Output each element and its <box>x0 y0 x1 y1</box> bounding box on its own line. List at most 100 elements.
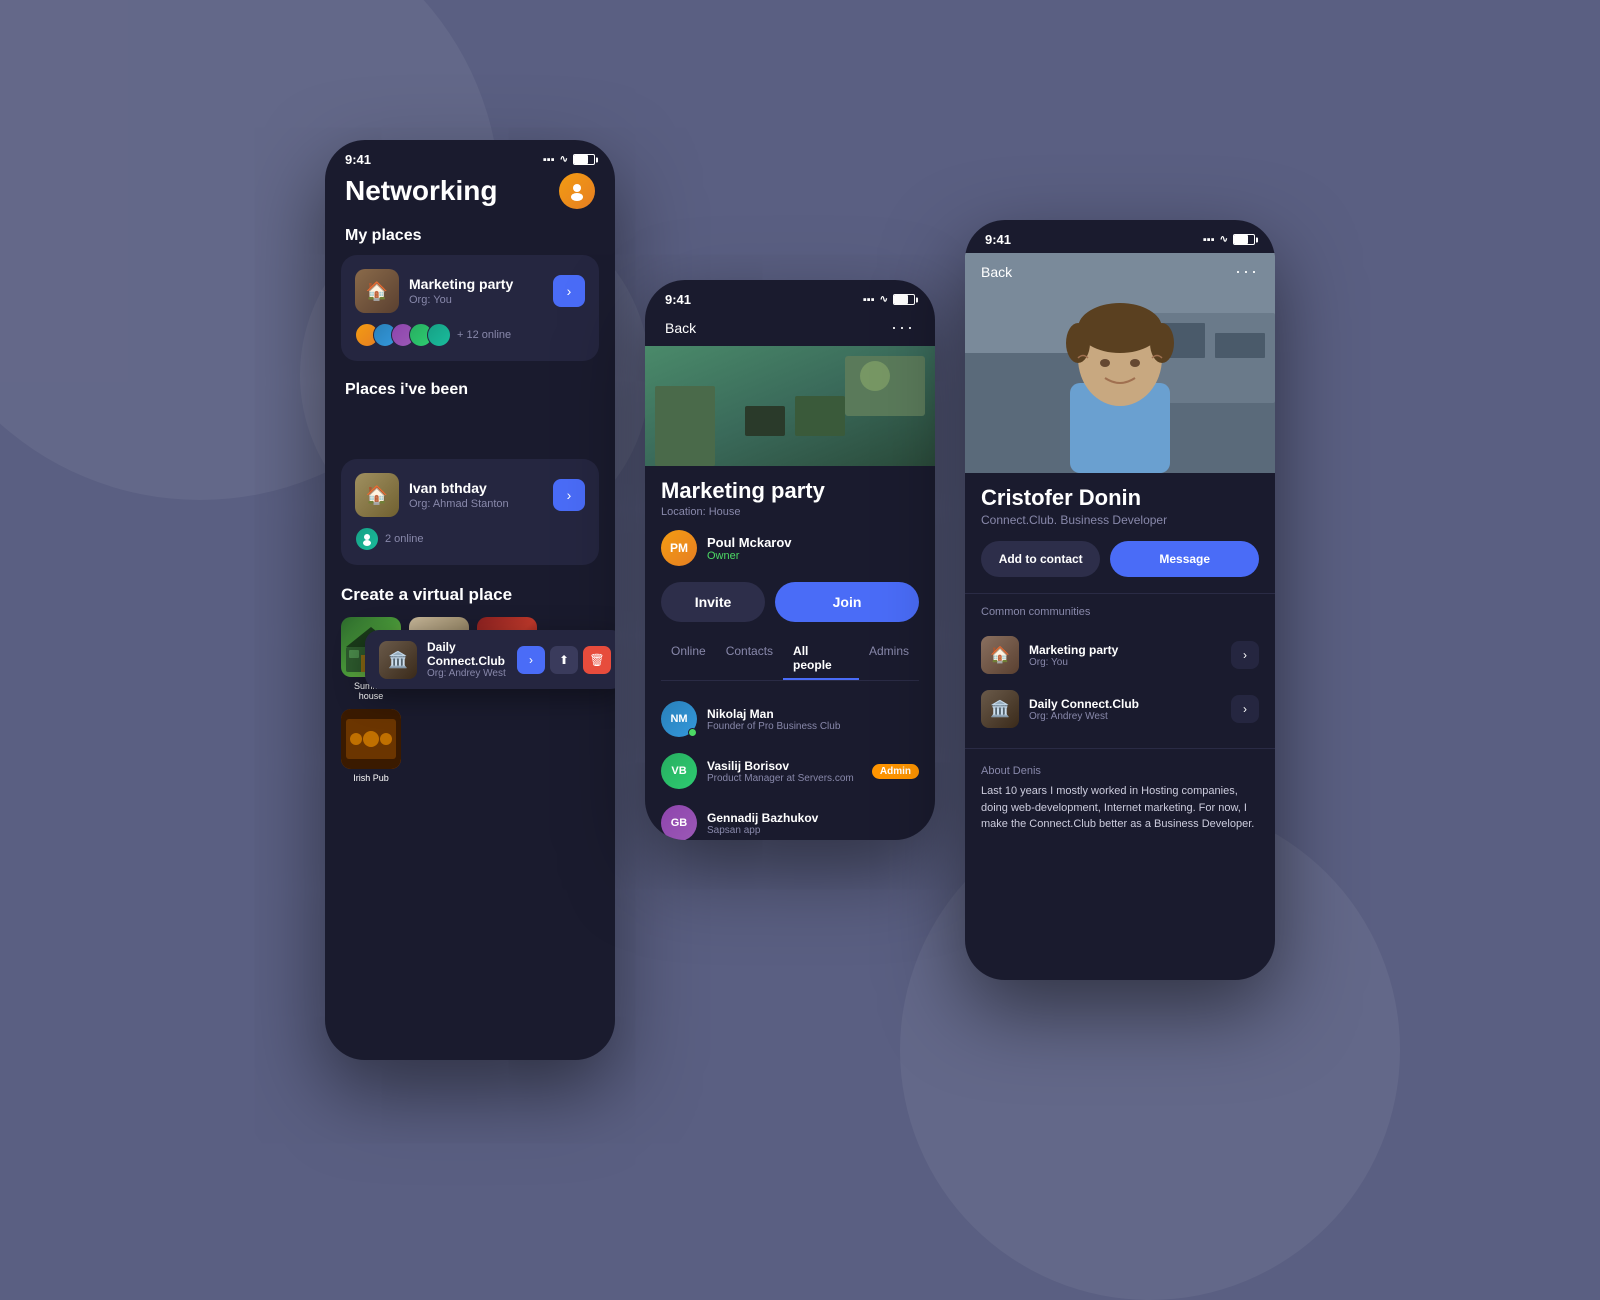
wifi-icon-1: ∿ <box>560 154 568 165</box>
common-communities-section: Common communities 🏠 Marketing party Org… <box>965 602 1275 740</box>
event-back-btn[interactable]: Back <box>665 320 696 336</box>
thumb-irish-pub[interactable]: Irish Pub <box>341 709 401 783</box>
nikolaj-role: Founder of Pro Business Club <box>707 721 919 732</box>
ivan-name: Ivan bthday <box>409 480 543 496</box>
invite-button[interactable]: Invite <box>661 582 765 622</box>
marketing-community-org: Org: You <box>1029 657 1221 668</box>
person-row-nikolaj[interactable]: NM Nikolaj Man Founder of Pro Business C… <box>661 693 919 745</box>
about-section: About Denis Last 10 years I mostly worke… <box>965 757 1275 841</box>
marketing-party-org: Org: You <box>409 294 543 306</box>
daily-community-arrow[interactable]: › <box>1231 695 1259 723</box>
add-contact-button[interactable]: Add to contact <box>981 541 1100 577</box>
owner-info: Poul Mckarov Owner <box>707 535 792 562</box>
status-time-3: 9:41 <box>985 232 1011 247</box>
daily-connect-name: Daily Connect.Club <box>427 640 507 668</box>
daily-connect-share-btn[interactable]: ⬆ <box>550 646 578 674</box>
battery-3 <box>1233 234 1255 245</box>
event-title: Marketing party <box>661 478 919 504</box>
tab-online[interactable]: Online <box>661 638 716 680</box>
screens-container: 9:41 ▪▪▪ ∿ Networking My places 🏠 M <box>325 140 1275 1060</box>
daily-community-name: Daily Connect.Club <box>1029 697 1221 711</box>
event-more-btn[interactable]: ··· <box>891 317 915 338</box>
divider-2 <box>965 748 1275 749</box>
daily-community-info: Daily Connect.Club Org: Andrey West <box>1029 697 1221 722</box>
owner-name: Poul Mckarov <box>707 535 792 550</box>
daily-connect-info: Daily Connect.Club Org: Andrey West <box>427 640 507 679</box>
event-back-row: Back ··· <box>645 313 935 346</box>
status-icons-3: ▪▪▪ ∿ <box>1203 234 1255 246</box>
owner-label: Owner <box>707 550 792 562</box>
event-action-btns: Invite Join <box>661 582 919 622</box>
tab-contacts[interactable]: Contacts <box>716 638 783 680</box>
event-details: Marketing party Location: House PM Poul … <box>645 466 935 840</box>
phone-event: 9:41 ▪▪▪ ∿ Back ··· <box>645 280 935 840</box>
ivan-online-row: 2 online <box>355 527 585 551</box>
owner-avatar: PM <box>661 530 697 566</box>
tab-all-people[interactable]: All people <box>783 638 859 680</box>
online-count-mp: + 12 online <box>457 329 511 341</box>
marketing-party-online: + 12 online <box>355 323 585 347</box>
gennadij-avatar: GB <box>661 805 697 840</box>
battery-1 <box>573 154 595 165</box>
profile-title-text: Connect.Club. Business Developer <box>981 513 1259 527</box>
gennadij-role: Sapsan app <box>707 825 919 836</box>
irish-pub-label: Irish Pub <box>341 773 401 783</box>
status-icons-1: ▪▪▪ ∿ <box>543 154 595 166</box>
tab-admins[interactable]: Admins <box>859 638 919 680</box>
message-button[interactable]: Message <box>1110 541 1259 577</box>
ivan-org: Org: Ahmad Stanton <box>409 498 543 510</box>
marketing-community-thumb: 🏠 <box>981 636 1019 674</box>
daily-community-org: Org: Andrey West <box>1029 711 1221 722</box>
ivan-arrow[interactable]: › <box>553 479 585 511</box>
community-row-daily[interactable]: 🏛️ Daily Connect.Club Org: Andrey West › <box>981 682 1259 736</box>
ivan-online-count: 2 online <box>385 533 424 545</box>
vasilij-name: Vasilij Borisov <box>707 759 862 773</box>
ivan-bthday-card[interactable]: 🏠 Ivan bthday Org: Ahmad Stanton › 2 onl… <box>341 459 599 565</box>
profile-photo-container: Back ··· <box>965 253 1275 473</box>
signal-icon-1: ▪▪▪ <box>543 154 555 166</box>
status-time-1: 9:41 <box>345 152 371 167</box>
people-list: NM Nikolaj Man Founder of Pro Business C… <box>661 693 919 840</box>
daily-connect-org: Org: Andrey West <box>427 668 507 679</box>
marketing-party-card[interactable]: 🏠 Marketing party Org: You › + 12 online <box>341 255 599 361</box>
owner-row: PM Poul Mckarov Owner <box>661 530 919 566</box>
wifi-icon-3: ∿ <box>1220 234 1228 245</box>
daily-connect-thumb: 🏛️ <box>379 641 417 679</box>
common-communities-label: Common communities <box>981 606 1259 618</box>
phone1-header: Networking <box>325 173 615 219</box>
places-been-label: Places i've been <box>325 373 615 409</box>
marketing-community-arrow[interactable]: › <box>1231 641 1259 669</box>
user-avatar[interactable] <box>559 173 595 209</box>
join-button[interactable]: Join <box>775 582 919 622</box>
marketing-community-info: Marketing party Org: You <box>1029 643 1221 668</box>
people-tabs: Online Contacts All people Admins <box>661 638 919 681</box>
battery-2 <box>893 294 915 305</box>
about-title: About Denis <box>981 765 1259 777</box>
daily-connect-delete-btn[interactable]: 🗑 <box>583 646 611 674</box>
marketing-party-name: Marketing party <box>409 276 543 292</box>
wifi-icon-2: ∿ <box>880 294 888 305</box>
card-spacer <box>325 409 615 459</box>
status-bar-3: 9:41 ▪▪▪ ∿ <box>965 220 1275 253</box>
nikolaj-name: Nikolaj Man <box>707 707 919 721</box>
daily-connect-card[interactable]: 🏛️ Daily Connect.Club Org: Andrey West ›… <box>365 630 615 689</box>
about-text: Last 10 years I mostly worked in Hosting… <box>981 783 1259 833</box>
marketing-party-arrow[interactable]: › <box>553 275 585 307</box>
community-row-marketing[interactable]: 🏠 Marketing party Org: You › <box>981 628 1259 682</box>
vasilij-admin-badge: Admin <box>872 764 919 779</box>
vasilij-role: Product Manager at Servers.com <box>707 773 862 784</box>
profile-back-row: Back ··· <box>965 253 1275 290</box>
status-time-2: 9:41 <box>665 292 691 307</box>
event-location: Location: House <box>661 506 919 518</box>
daily-connect-arrow-btn[interactable]: › <box>517 646 545 674</box>
profile-back-btn[interactable]: Back <box>981 264 1012 280</box>
signal-icon-3: ▪▪▪ <box>1203 234 1215 246</box>
marketing-party-thumb: 🏠 <box>355 269 399 313</box>
person-row-vasilij[interactable]: VB Vasilij Borisov Product Manager at Se… <box>661 745 919 797</box>
ivan-thumb: 🏠 <box>355 473 399 517</box>
nikolaj-online-dot <box>688 728 697 737</box>
profile-action-btns: Add to contact Message <box>981 541 1259 577</box>
create-virtual-label: Create a virtual place <box>341 585 599 605</box>
profile-more-btn[interactable]: ··· <box>1235 261 1259 282</box>
person-row-gennadij[interactable]: GB Gennadij Bazhukov Sapsan app <box>661 797 919 840</box>
